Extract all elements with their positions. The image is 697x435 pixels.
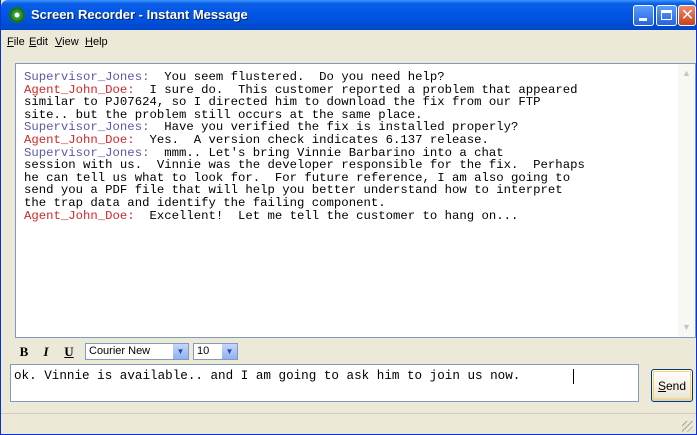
menu-file-rest: ile xyxy=(13,36,25,48)
minimize-button[interactable] xyxy=(633,5,654,26)
chat-speaker: Agent_John_Doe: xyxy=(24,208,135,223)
scroll-up-icon[interactable]: ▲ xyxy=(680,67,693,80)
chat-line: Agent_John_Doe: Excellent! Let me tell t… xyxy=(24,208,674,223)
menu-file[interactable]: File xyxy=(7,36,25,48)
im-window: Screen Recorder - Instant Message ✕ File… xyxy=(0,0,697,435)
italic-button[interactable]: I xyxy=(39,344,53,359)
format-toolbar: B I U Courier New ▼ 10 ▼ xyxy=(15,342,696,362)
maximize-icon xyxy=(661,10,672,20)
menu-help[interactable]: Help xyxy=(85,36,108,48)
menu-edit[interactable]: Edit xyxy=(29,36,48,48)
chat-transcript[interactable]: Supervisor_Jones: You seem flustered. Do… xyxy=(15,63,696,338)
size-select[interactable]: 10 ▼ xyxy=(193,343,238,360)
text-caret xyxy=(573,369,574,384)
message-input-value: ok. Vinnie is available.. and I am going… xyxy=(14,369,521,383)
underline-button[interactable]: U xyxy=(62,344,76,359)
chat-line: session with us. Vinnie was the develope… xyxy=(24,158,585,173)
scroll-down-icon[interactable]: ▼ xyxy=(680,321,693,334)
bold-button[interactable]: B xyxy=(17,344,31,359)
font-select[interactable]: Courier New ▼ xyxy=(85,343,189,360)
menu-view[interactable]: View xyxy=(55,36,79,48)
recorder-icon xyxy=(9,7,25,23)
chat-line: similar to PJ07624, so I directed him to… xyxy=(24,95,541,110)
status-bar xyxy=(1,413,696,435)
message-input[interactable]: ok. Vinnie is available.. and I am going… xyxy=(10,364,639,402)
chevron-down-icon[interactable]: ▼ xyxy=(172,344,188,359)
minimize-icon xyxy=(639,18,647,21)
title-bar[interactable]: Screen Recorder - Instant Message ✕ xyxy=(1,0,696,30)
resize-grip-icon[interactable] xyxy=(682,421,693,432)
chat-lines: Supervisor_Jones: You seem flustered. Do… xyxy=(24,71,674,222)
menu-bar: File Edit View Help xyxy=(1,33,696,53)
vertical-scrollbar[interactable]: ▲ ▼ xyxy=(678,64,695,337)
send-button[interactable]: Send xyxy=(651,369,693,402)
send-button-label: Send xyxy=(657,379,687,393)
close-button[interactable]: ✕ xyxy=(678,5,696,26)
size-select-value: 10 xyxy=(197,345,210,357)
chat-message: Excellent! Let me tell the customer to h… xyxy=(134,208,519,223)
chevron-down-icon[interactable]: ▼ xyxy=(221,344,237,359)
maximize-button[interactable] xyxy=(656,5,677,26)
close-icon: ✕ xyxy=(680,5,695,24)
window-title: Screen Recorder - Instant Message xyxy=(31,7,248,22)
font-select-value: Courier New xyxy=(89,345,151,357)
